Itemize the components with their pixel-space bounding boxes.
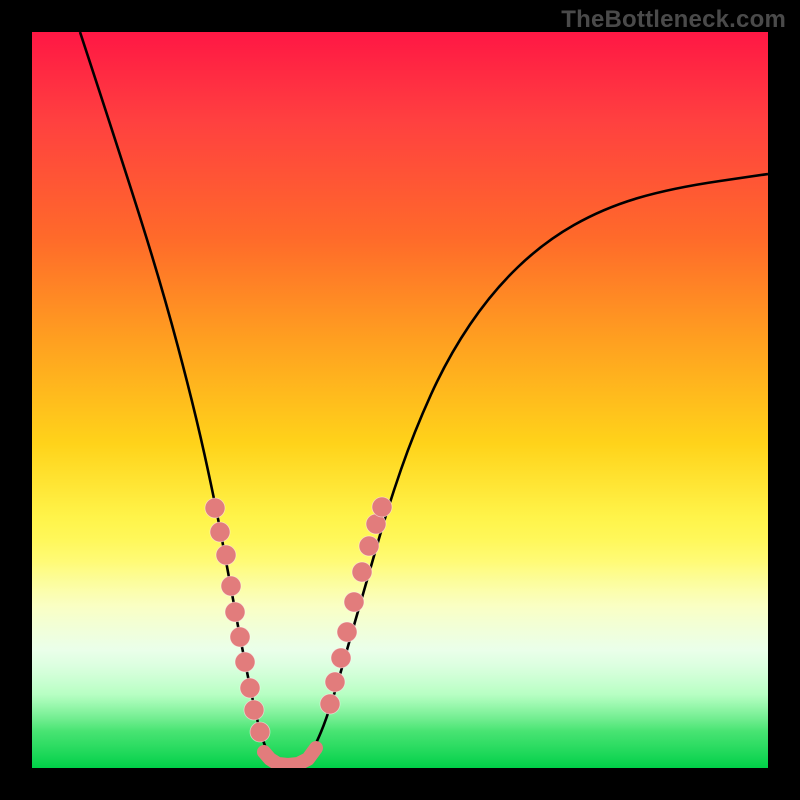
watermark-text: TheBottleneck.com — [561, 6, 786, 34]
scatter-dot — [344, 592, 364, 612]
scatter-dot — [235, 652, 255, 672]
scatter-left-cluster — [205, 498, 270, 742]
scatter-dot — [244, 700, 264, 720]
trough-connector — [264, 748, 316, 765]
scatter-dot — [225, 602, 245, 622]
chart-frame: TheBottleneck.com — [0, 0, 800, 800]
scatter-dot — [216, 545, 236, 565]
scatter-dot — [337, 622, 357, 642]
scatter-dot — [240, 678, 260, 698]
scatter-right-cluster — [320, 497, 392, 714]
scatter-dot — [372, 497, 392, 517]
scatter-dot — [250, 722, 270, 742]
scatter-dot — [221, 576, 241, 596]
scatter-dot — [320, 694, 340, 714]
scatter-dot — [352, 562, 372, 582]
scatter-dot — [230, 627, 250, 647]
scatter-dot — [210, 522, 230, 542]
scatter-dot — [325, 672, 345, 692]
curve-right — [302, 174, 768, 765]
plot-area — [32, 32, 768, 768]
scatter-dot — [331, 648, 351, 668]
chart-svg — [32, 32, 768, 768]
scatter-dot — [205, 498, 225, 518]
scatter-dot — [359, 536, 379, 556]
